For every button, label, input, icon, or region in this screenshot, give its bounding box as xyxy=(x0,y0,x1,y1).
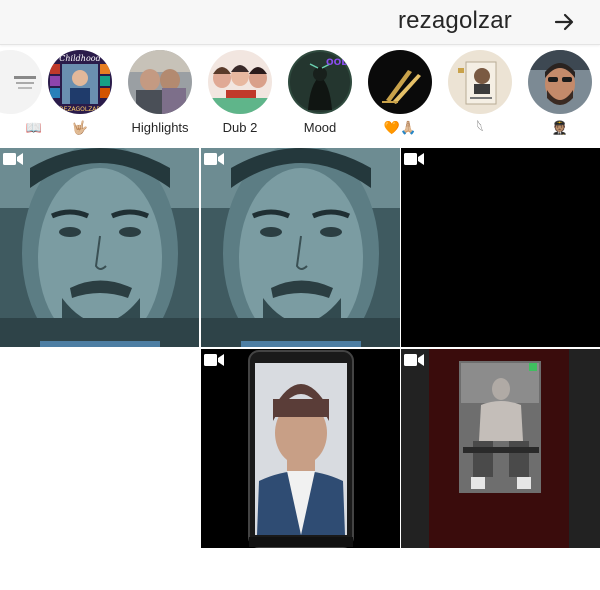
video-camera-icon xyxy=(3,153,23,165)
post-thumbnail xyxy=(0,148,199,347)
video-camera-icon xyxy=(404,354,424,366)
story-highlights-row: 📖 Childhood REZAGOLZAR 🤟🏼 Highlights Dub… xyxy=(0,50,600,142)
story-label: Mood xyxy=(303,120,337,135)
video-camera-icon xyxy=(404,153,424,165)
video-camera-icon xyxy=(204,153,224,165)
post-thumbnail xyxy=(401,349,600,548)
grid-post[interactable] xyxy=(401,349,600,548)
story-highlight[interactable]: Childhood REZAGOLZAR 🤟🏼 xyxy=(40,50,120,135)
story-highlight[interactable]: 𓆩 xyxy=(440,50,520,135)
story-label: 🧡🙏🏼 xyxy=(383,120,417,135)
story-thumbnail xyxy=(128,50,192,114)
story-highlight[interactable]: OOD Mood xyxy=(280,50,360,135)
grid-post[interactable] xyxy=(201,349,400,548)
story-thumbnail xyxy=(528,50,592,114)
arrow-right-icon[interactable] xyxy=(552,10,576,34)
story-highlight[interactable]: Highlights xyxy=(120,50,200,135)
svg-text:Childhood: Childhood xyxy=(59,54,100,63)
svg-text:OOD: OOD xyxy=(326,58,349,68)
story-thumbnail: Childhood REZAGOLZAR xyxy=(48,50,112,114)
story-label: 𓆩 xyxy=(476,120,484,135)
grid-post[interactable] xyxy=(201,148,400,347)
profile-username: rezagolzar xyxy=(397,7,512,34)
grid-post-empty xyxy=(0,349,199,548)
svg-text:REZAGOLZAR: REZAGOLZAR xyxy=(59,106,100,113)
story-thumbnail xyxy=(368,50,432,114)
story-label: Highlights xyxy=(131,120,189,135)
story-thumbnail: OOD xyxy=(288,50,352,114)
story-label: 🤟🏼 xyxy=(71,120,89,135)
profile-header: rezagolzar xyxy=(0,0,600,45)
story-highlight[interactable]: Dub 2 xyxy=(200,50,280,135)
grid-post[interactable] xyxy=(0,148,199,347)
post-thumbnail xyxy=(201,349,400,548)
story-label: Dub 2 xyxy=(222,120,258,135)
video-camera-icon xyxy=(204,354,224,366)
post-thumbnail xyxy=(201,148,400,347)
story-thumbnail xyxy=(448,50,512,114)
story-thumbnail xyxy=(208,50,272,114)
story-thumbnail xyxy=(0,50,42,114)
story-label: 🧑🏽‍✈️ xyxy=(551,120,569,135)
story-highlight[interactable]: 🧡🙏🏼 xyxy=(360,50,440,135)
grid-post[interactable] xyxy=(401,148,600,347)
story-highlight[interactable]: 🧑🏽‍✈️ xyxy=(520,50,600,135)
